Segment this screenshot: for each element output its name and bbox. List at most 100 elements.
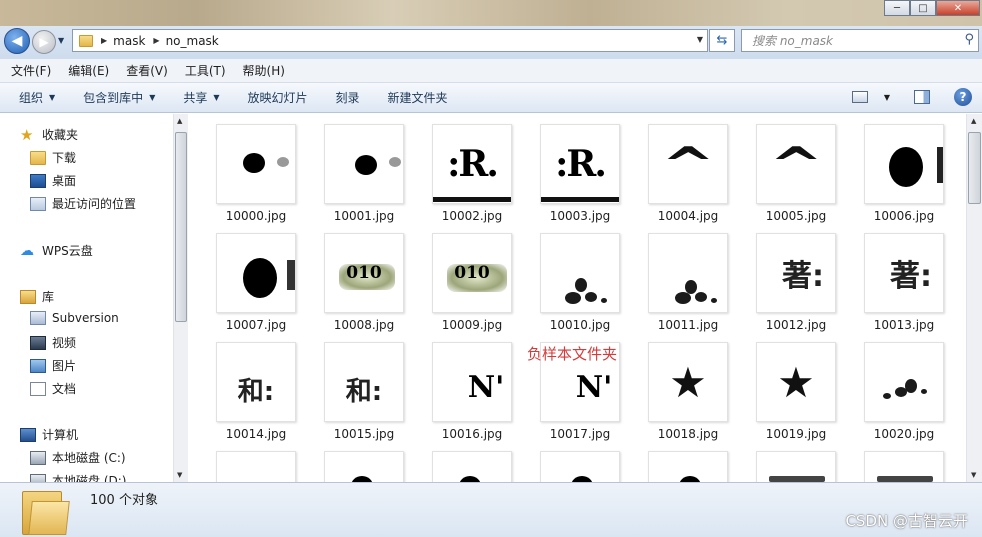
file-tile[interactable]: 10011.jpg: [638, 223, 738, 332]
address-dropdown-icon[interactable]: ▼: [697, 35, 703, 44]
file-tile[interactable]: 010 10009.jpg: [422, 223, 522, 332]
nav-desktop[interactable]: 桌面: [30, 172, 76, 189]
file-tile[interactable]: 10006.jpg: [854, 114, 954, 223]
minimize-button[interactable]: ─: [884, 0, 910, 16]
file-name: 10017.jpg: [549, 427, 611, 441]
nav-label: 计算机: [42, 428, 79, 442]
nav-recent-places[interactable]: 最近访问的位置: [30, 195, 136, 212]
nav-favorites[interactable]: ★ 收藏夹: [20, 126, 78, 143]
image-thumbnail: [324, 451, 404, 482]
image-thumbnail: [216, 233, 296, 313]
scroll-up-icon[interactable]: ▲: [971, 117, 976, 125]
preview-pane-icon[interactable]: [914, 90, 930, 104]
maximize-button[interactable]: □: [910, 0, 936, 16]
nav-pane-scrollbar[interactable]: ▲ ▼: [173, 114, 188, 482]
file-tile[interactable]: [638, 441, 738, 482]
file-tile[interactable]: :R. 10003.jpg: [530, 114, 630, 223]
image-thumbnail: [864, 451, 944, 482]
nav-computer[interactable]: 计算机: [20, 426, 78, 443]
change-view-icon[interactable]: [851, 91, 868, 103]
close-button[interactable]: ✕: [936, 0, 980, 16]
refresh-button[interactable]: ⇆: [709, 29, 735, 52]
navigation-bar: ◀ ▶ ▼ ▶ mask ▶ no_mask ▼ ⇆ 搜索 no_mask ⚲: [0, 26, 982, 59]
organize-button[interactable]: 组织 ▼: [19, 89, 55, 106]
scroll-down-icon[interactable]: ▼: [177, 471, 182, 479]
address-bar[interactable]: ▶ mask ▶ no_mask ▼: [72, 29, 708, 52]
nav-videos[interactable]: 视频: [30, 334, 76, 351]
nav-label: 图片: [52, 359, 77, 373]
file-tile[interactable]: 010 10008.jpg: [314, 223, 414, 332]
file-tile[interactable]: 10007.jpg: [206, 223, 306, 332]
forward-arrow-icon: ▶: [39, 35, 49, 49]
nav-drive-c[interactable]: 本地磁盘 (C:): [30, 449, 126, 466]
desktop-icon: [30, 173, 46, 188]
search-icon[interactable]: ⚲: [964, 32, 974, 47]
file-tile[interactable]: [746, 441, 846, 482]
nav-label: 视频: [52, 336, 77, 350]
file-tile[interactable]: [422, 441, 522, 482]
file-tile[interactable]: 10000.jpg: [206, 114, 306, 223]
nav-downloads[interactable]: 下载: [30, 149, 76, 166]
file-tile[interactable]: ★ 10018.jpg: [638, 332, 738, 441]
nav-documents[interactable]: 文档: [30, 380, 76, 397]
details-pane: 100 个对象 CSDN @古智云开: [0, 482, 982, 537]
file-name: 10016.jpg: [441, 427, 503, 441]
window-controls: ─ □ ✕: [884, 0, 980, 16]
back-button[interactable]: ◀: [4, 28, 30, 54]
nav-wps-cloud[interactable]: ☁ WPS云盘: [20, 242, 93, 259]
file-tile[interactable]: ^ 10005.jpg: [746, 114, 846, 223]
nav-subversion[interactable]: Subversion: [30, 311, 119, 325]
menu-help[interactable]: 帮助(H): [243, 62, 285, 79]
nav-pictures[interactable]: 图片: [30, 357, 76, 374]
menu-file[interactable]: 文件(F): [11, 62, 51, 79]
search-input[interactable]: 搜索 no_mask ⚲: [741, 29, 979, 52]
chevron-right-icon[interactable]: ▶: [101, 36, 107, 45]
file-tile[interactable]: [530, 441, 630, 482]
command-bar: 组织 ▼ 包含到库中 ▼ 共享 ▼ 放映幻灯片 刻录 新建文件夹 ▼ ?: [0, 83, 982, 113]
file-tile[interactable]: 10020.jpg: [854, 332, 954, 441]
breadcrumb-no-mask[interactable]: no_mask: [166, 34, 219, 48]
help-icon[interactable]: ?: [954, 88, 972, 106]
cloud-icon: ☁: [20, 242, 34, 259]
nav-drive-d[interactable]: 本地磁盘 (D:): [30, 472, 126, 482]
image-thumbnail: ^: [756, 124, 836, 204]
nav-libraries[interactable]: 库: [20, 288, 54, 305]
menu-edit[interactable]: 编辑(E): [68, 62, 109, 79]
file-list: 10000.jpg 10001.jpg :R. 10002.jpg :R. 10…: [189, 114, 966, 482]
recent-pages-dropdown[interactable]: ▼: [58, 36, 64, 45]
search-placeholder: 搜索 no_mask: [752, 34, 834, 48]
menu-tools[interactable]: 工具(T): [185, 62, 226, 79]
file-tile[interactable]: 和: 10015.jpg: [314, 332, 414, 441]
burn-button[interactable]: 刻录: [336, 89, 360, 106]
nav-label: 下载: [52, 151, 77, 165]
image-thumbnail: ★: [648, 342, 728, 422]
scroll-down-icon[interactable]: ▼: [971, 471, 976, 479]
file-tile[interactable]: :R. 10002.jpg: [422, 114, 522, 223]
menu-view[interactable]: 查看(V): [126, 62, 168, 79]
chevron-right-icon[interactable]: ▶: [153, 36, 159, 45]
file-tile[interactable]: 著: 10012.jpg: [746, 223, 846, 332]
file-tile[interactable]: [206, 441, 306, 482]
scrollbar-thumb[interactable]: [968, 132, 981, 204]
breadcrumb-mask[interactable]: mask: [113, 34, 145, 48]
file-tile[interactable]: [314, 441, 414, 482]
slideshow-button[interactable]: 放映幻灯片: [248, 89, 308, 106]
scrollbar-thumb[interactable]: [175, 132, 187, 322]
file-tile[interactable]: 10001.jpg: [314, 114, 414, 223]
new-folder-button[interactable]: 新建文件夹: [388, 89, 448, 106]
file-tile[interactable]: ^ 10004.jpg: [638, 114, 738, 223]
file-tile[interactable]: 著: 10013.jpg: [854, 223, 954, 332]
share-button[interactable]: 共享 ▼: [183, 89, 219, 106]
image-thumbnail: 著:: [864, 233, 944, 313]
file-list-scrollbar[interactable]: ▲ ▼: [966, 114, 982, 482]
file-tile[interactable]: 和: 10014.jpg: [206, 332, 306, 441]
forward-button[interactable]: ▶: [32, 30, 56, 54]
include-in-library-button[interactable]: 包含到库中 ▼: [83, 89, 155, 106]
scroll-up-icon[interactable]: ▲: [177, 117, 182, 125]
file-tile[interactable]: ★ 10019.jpg: [746, 332, 846, 441]
view-options-dropdown[interactable]: ▼: [884, 93, 890, 102]
file-tile[interactable]: N' 10016.jpg: [422, 332, 522, 441]
drive-icon: [30, 473, 46, 482]
file-tile[interactable]: 10010.jpg: [530, 223, 630, 332]
file-tile[interactable]: [854, 441, 954, 482]
